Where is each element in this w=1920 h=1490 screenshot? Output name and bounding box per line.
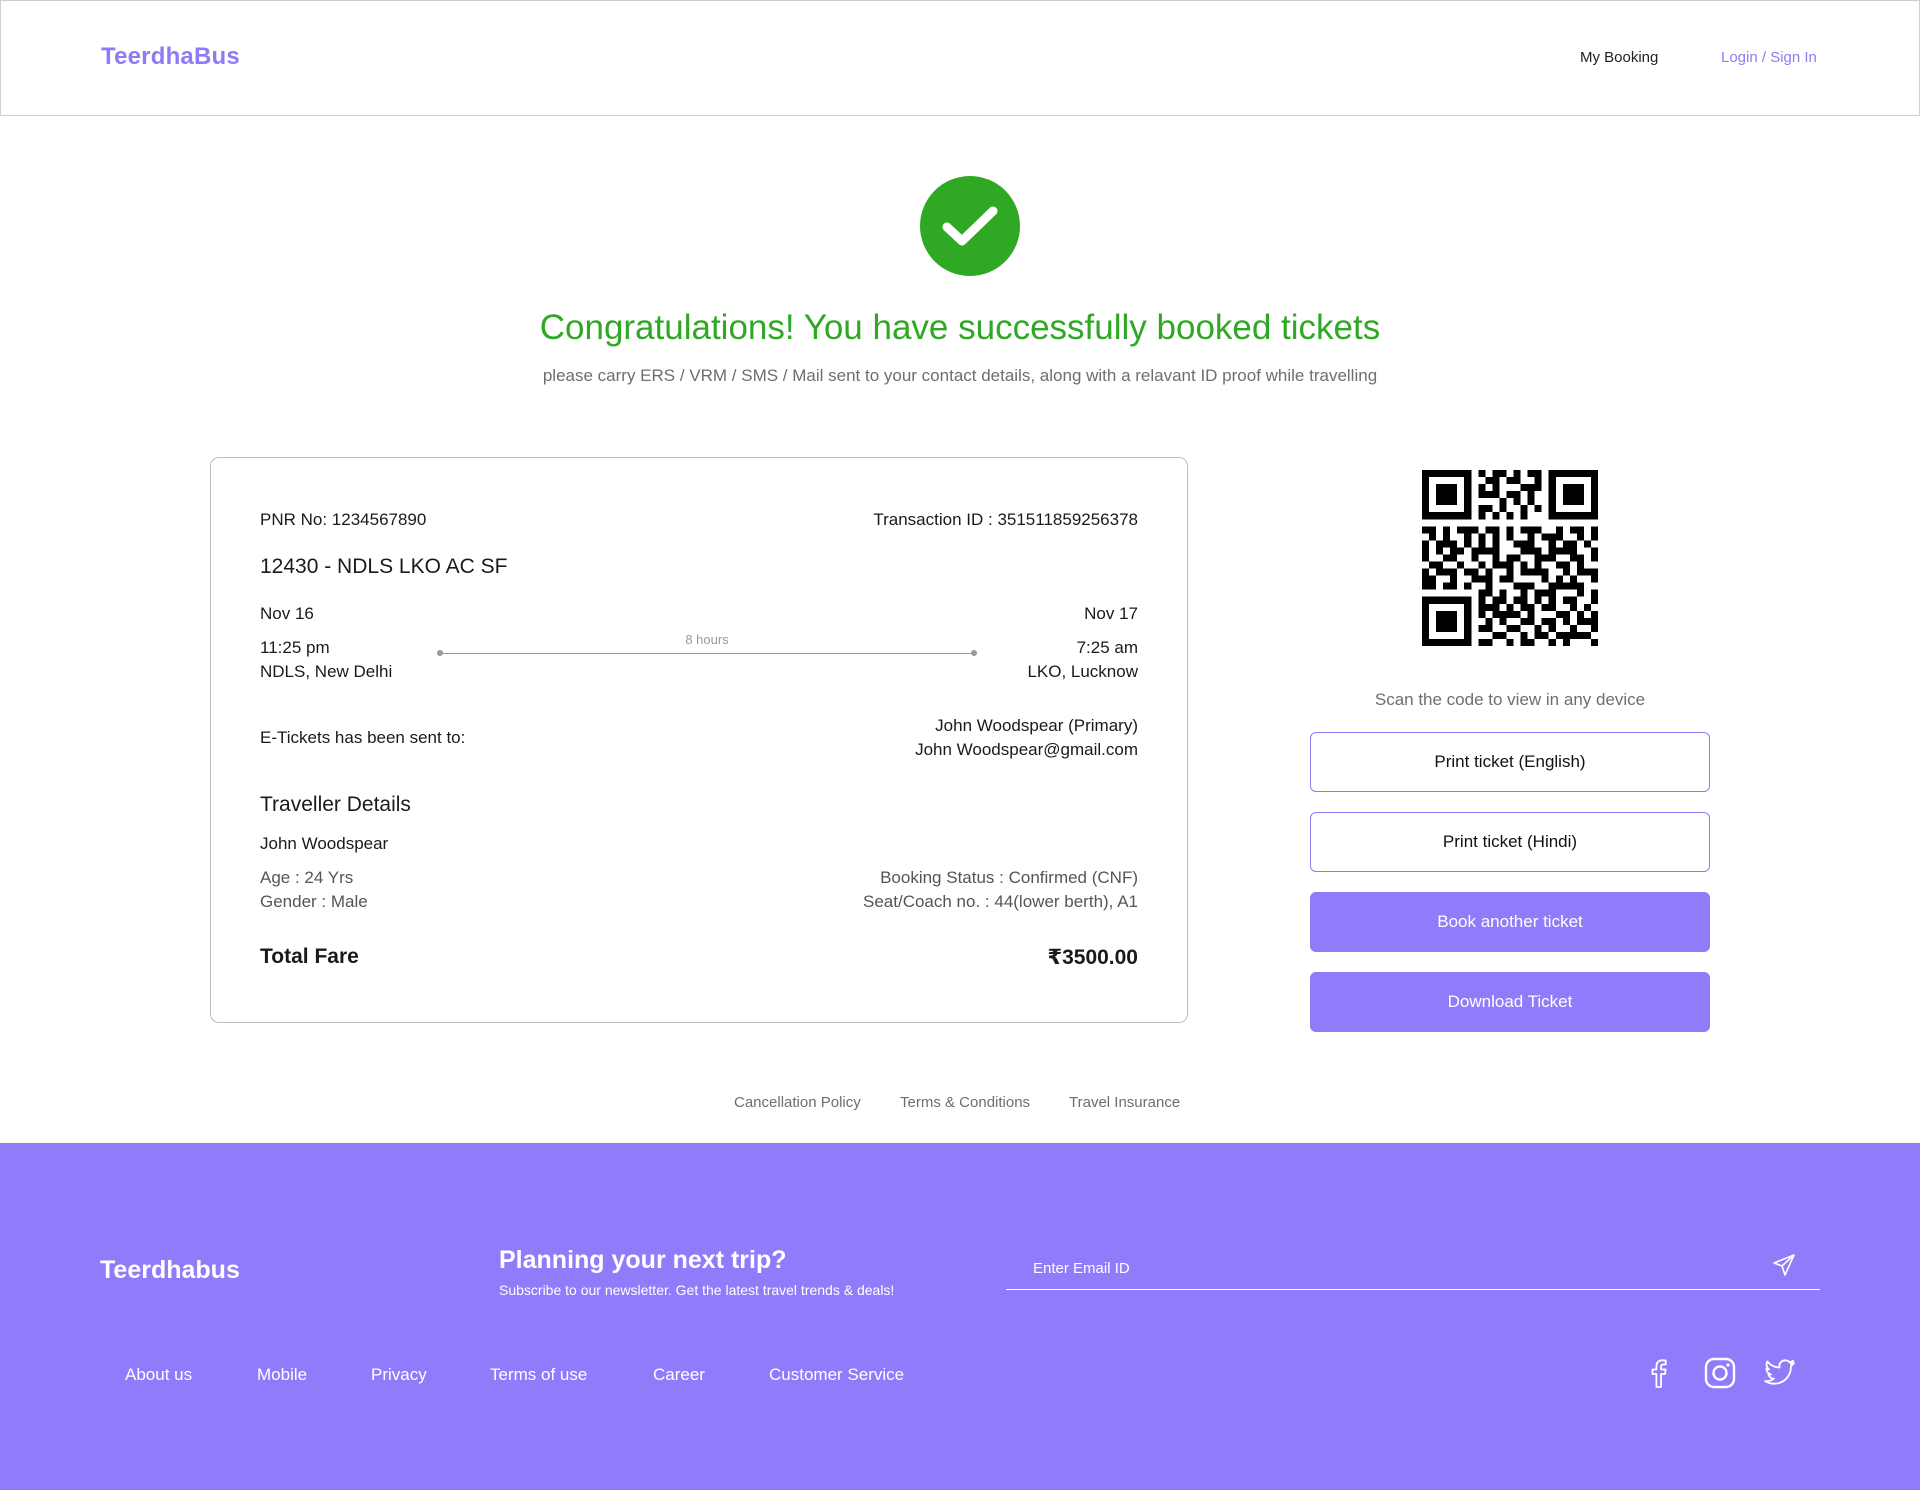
depart-date: Nov 16: [260, 604, 314, 623]
eticket-recipient-name: John Woodspear (Primary): [935, 716, 1138, 735]
footer-logo[interactable]: Teerdhabus: [100, 1256, 240, 1285]
print-ticket-hindi-button[interactable]: Print ticket (Hindi): [1310, 812, 1710, 872]
footer-link-customer-service[interactable]: Customer Service: [769, 1365, 904, 1385]
traveller-gender: Gender : Male: [260, 892, 368, 911]
footer-link-about[interactable]: About us: [125, 1365, 192, 1385]
scan-qr-text: Scan the code to view in any device: [1374, 690, 1646, 709]
arrive-station: LKO, Lucknow: [1027, 662, 1138, 681]
seat-coach: Seat/Coach no. : 44(lower berth), A1: [863, 892, 1138, 911]
footer-link-privacy[interactable]: Privacy: [371, 1365, 427, 1385]
journey-duration: 8 hours: [685, 632, 729, 647]
footer: Teerdhabus Planning your next trip? Subs…: [0, 1143, 1920, 1490]
booking-status: Booking Status : Confirmed (CNF): [880, 868, 1138, 887]
transaction-id: Transaction ID : 351511859256378: [873, 510, 1138, 529]
footer-link-terms[interactable]: Terms of use: [490, 1365, 587, 1385]
traveller-details-heading: Traveller Details: [260, 793, 411, 816]
arrive-time: 7:25 am: [1076, 638, 1138, 657]
eticket-recipient-email: John Woodspear@gmail.com: [915, 740, 1138, 759]
cancellation-policy-link[interactable]: Cancellation Policy: [734, 1094, 861, 1111]
route-title: 12430 - NDLS LKO AC SF: [260, 555, 508, 578]
journey-line: [437, 650, 977, 656]
my-booking-link[interactable]: My Booking: [1580, 49, 1658, 66]
instagram-icon[interactable]: [1703, 1356, 1737, 1390]
traveller-name: John Woodspear: [260, 834, 389, 853]
send-icon[interactable]: [1772, 1253, 1796, 1277]
success-title: Congratulations! You have successfully b…: [539, 308, 1381, 347]
ticket-card: PNR No: 1234567890 Transaction ID : 3515…: [210, 457, 1188, 1023]
twitter-icon[interactable]: [1763, 1356, 1797, 1390]
eticket-sent-label: E-Tickets has been sent to:: [260, 728, 466, 747]
newsletter-email-input[interactable]: [1031, 1249, 1735, 1287]
brand-logo[interactable]: TeerdhaBus: [101, 43, 240, 71]
total-fare-value: ₹3500.00: [1047, 946, 1138, 969]
login-signin-link[interactable]: Login / Sign In: [1721, 49, 1817, 66]
footer-link-career[interactable]: Career: [653, 1365, 705, 1385]
newsletter-form: [1006, 1249, 1820, 1290]
depart-time: 11:25 pm: [260, 638, 330, 657]
print-ticket-english-button[interactable]: Print ticket (English): [1310, 732, 1710, 792]
terms-conditions-link[interactable]: Terms & Conditions: [900, 1094, 1030, 1111]
top-navbar: TeerdhaBus My Booking Login / Sign In: [0, 0, 1920, 116]
download-ticket-button[interactable]: Download Ticket: [1310, 972, 1710, 1032]
travel-insurance-link[interactable]: Travel Insurance: [1069, 1094, 1180, 1111]
success-check-icon: [920, 176, 1020, 276]
facebook-icon[interactable]: [1642, 1356, 1676, 1390]
newsletter-heading: Planning your next trip?: [499, 1246, 787, 1274]
total-fare-label: Total Fare: [260, 945, 359, 968]
qr-code-icon: [1422, 470, 1598, 646]
success-subtitle: please carry ERS / VRM / SMS / Mail sent…: [542, 366, 1378, 385]
arrive-date: Nov 17: [1084, 604, 1138, 623]
newsletter-subheading: Subscribe to our newsletter. Get the lat…: [499, 1282, 895, 1298]
pnr-number: PNR No: 1234567890: [260, 510, 427, 529]
depart-station: NDLS, New Delhi: [260, 662, 393, 681]
traveller-age: Age : 24 Yrs: [260, 868, 354, 887]
footer-link-mobile[interactable]: Mobile: [257, 1365, 307, 1385]
book-another-ticket-button[interactable]: Book another ticket: [1310, 892, 1710, 952]
